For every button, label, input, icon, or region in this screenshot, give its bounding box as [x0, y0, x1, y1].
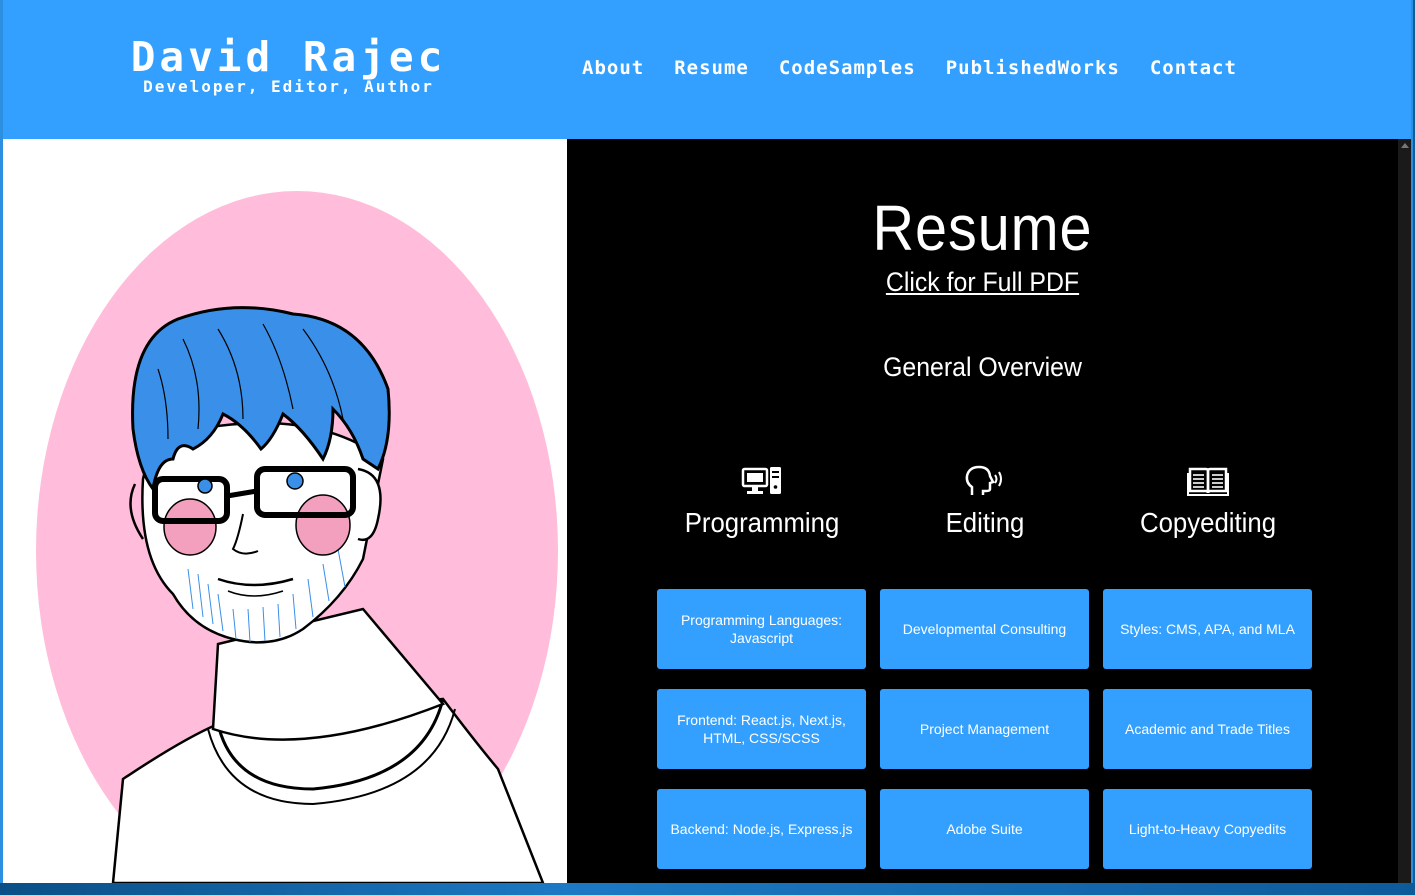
brand[interactable]: David Rajec Developer, Editor, Author: [106, 34, 471, 96]
resume-panel: Resume Click for Full PDF General Overvi…: [567, 139, 1398, 883]
category-label: Copyediting: [1139, 507, 1277, 538]
skill-card[interactable]: Backend: Node.js, Express.js: [657, 789, 866, 869]
skill-card[interactable]: Programming Languages: Javascript: [657, 589, 866, 669]
open-book-icon: [1187, 467, 1229, 496]
category-programming: Programming: [652, 465, 872, 539]
skill-card[interactable]: Styles: CMS, APA, and MLA: [1103, 589, 1312, 669]
category-label: Programming: [684, 507, 840, 538]
computer-icon: [741, 467, 781, 494]
skill-card[interactable]: Adobe Suite: [880, 789, 1089, 869]
category-copyediting: Copyediting: [1098, 465, 1318, 539]
desktop-taskbar: [0, 883, 1415, 895]
nav-code-samples[interactable]: CodeSamples: [779, 57, 916, 79]
skill-card[interactable]: Academic and Trade Titles: [1103, 689, 1312, 769]
category-label: Editing: [945, 507, 1025, 538]
category-editing: Editing: [875, 465, 1095, 539]
portrait-illustration: [36, 191, 558, 883]
nav-about[interactable]: About: [582, 57, 644, 79]
portrait-panel: [3, 139, 567, 883]
nav-contact[interactable]: Contact: [1150, 57, 1237, 79]
skill-card[interactable]: Project Management: [880, 689, 1089, 769]
nav-published-works[interactable]: PublishedWorks: [946, 57, 1120, 79]
site-header: David Rajec Developer, Editor, Author Ab…: [3, 0, 1411, 139]
skill-card[interactable]: Frontend: React.js, Next.js, HTML, CSS/S…: [657, 689, 866, 769]
skill-card[interactable]: Developmental Consulting: [880, 589, 1089, 669]
scroll-up-icon[interactable]: [1401, 143, 1409, 148]
overview-heading: General Overview: [883, 352, 1082, 382]
skill-card[interactable]: Light-to-Heavy Copyedits: [1103, 789, 1312, 869]
site-tagline: Developer, Editor, Author: [143, 77, 434, 96]
browser-window: David Rajec Developer, Editor, Author Ab…: [0, 0, 1413, 883]
site-title: David Rajec: [130, 33, 447, 81]
full-pdf-link[interactable]: Click for Full PDF: [600, 267, 1365, 298]
vertical-scrollbar[interactable]: [1398, 139, 1411, 883]
resume-title: Resume: [872, 192, 1093, 264]
main-nav: About Resume CodeSamples PublishedWorks …: [582, 57, 1267, 79]
nav-resume[interactable]: Resume: [674, 57, 749, 79]
speaking-head-icon: [965, 465, 1002, 495]
